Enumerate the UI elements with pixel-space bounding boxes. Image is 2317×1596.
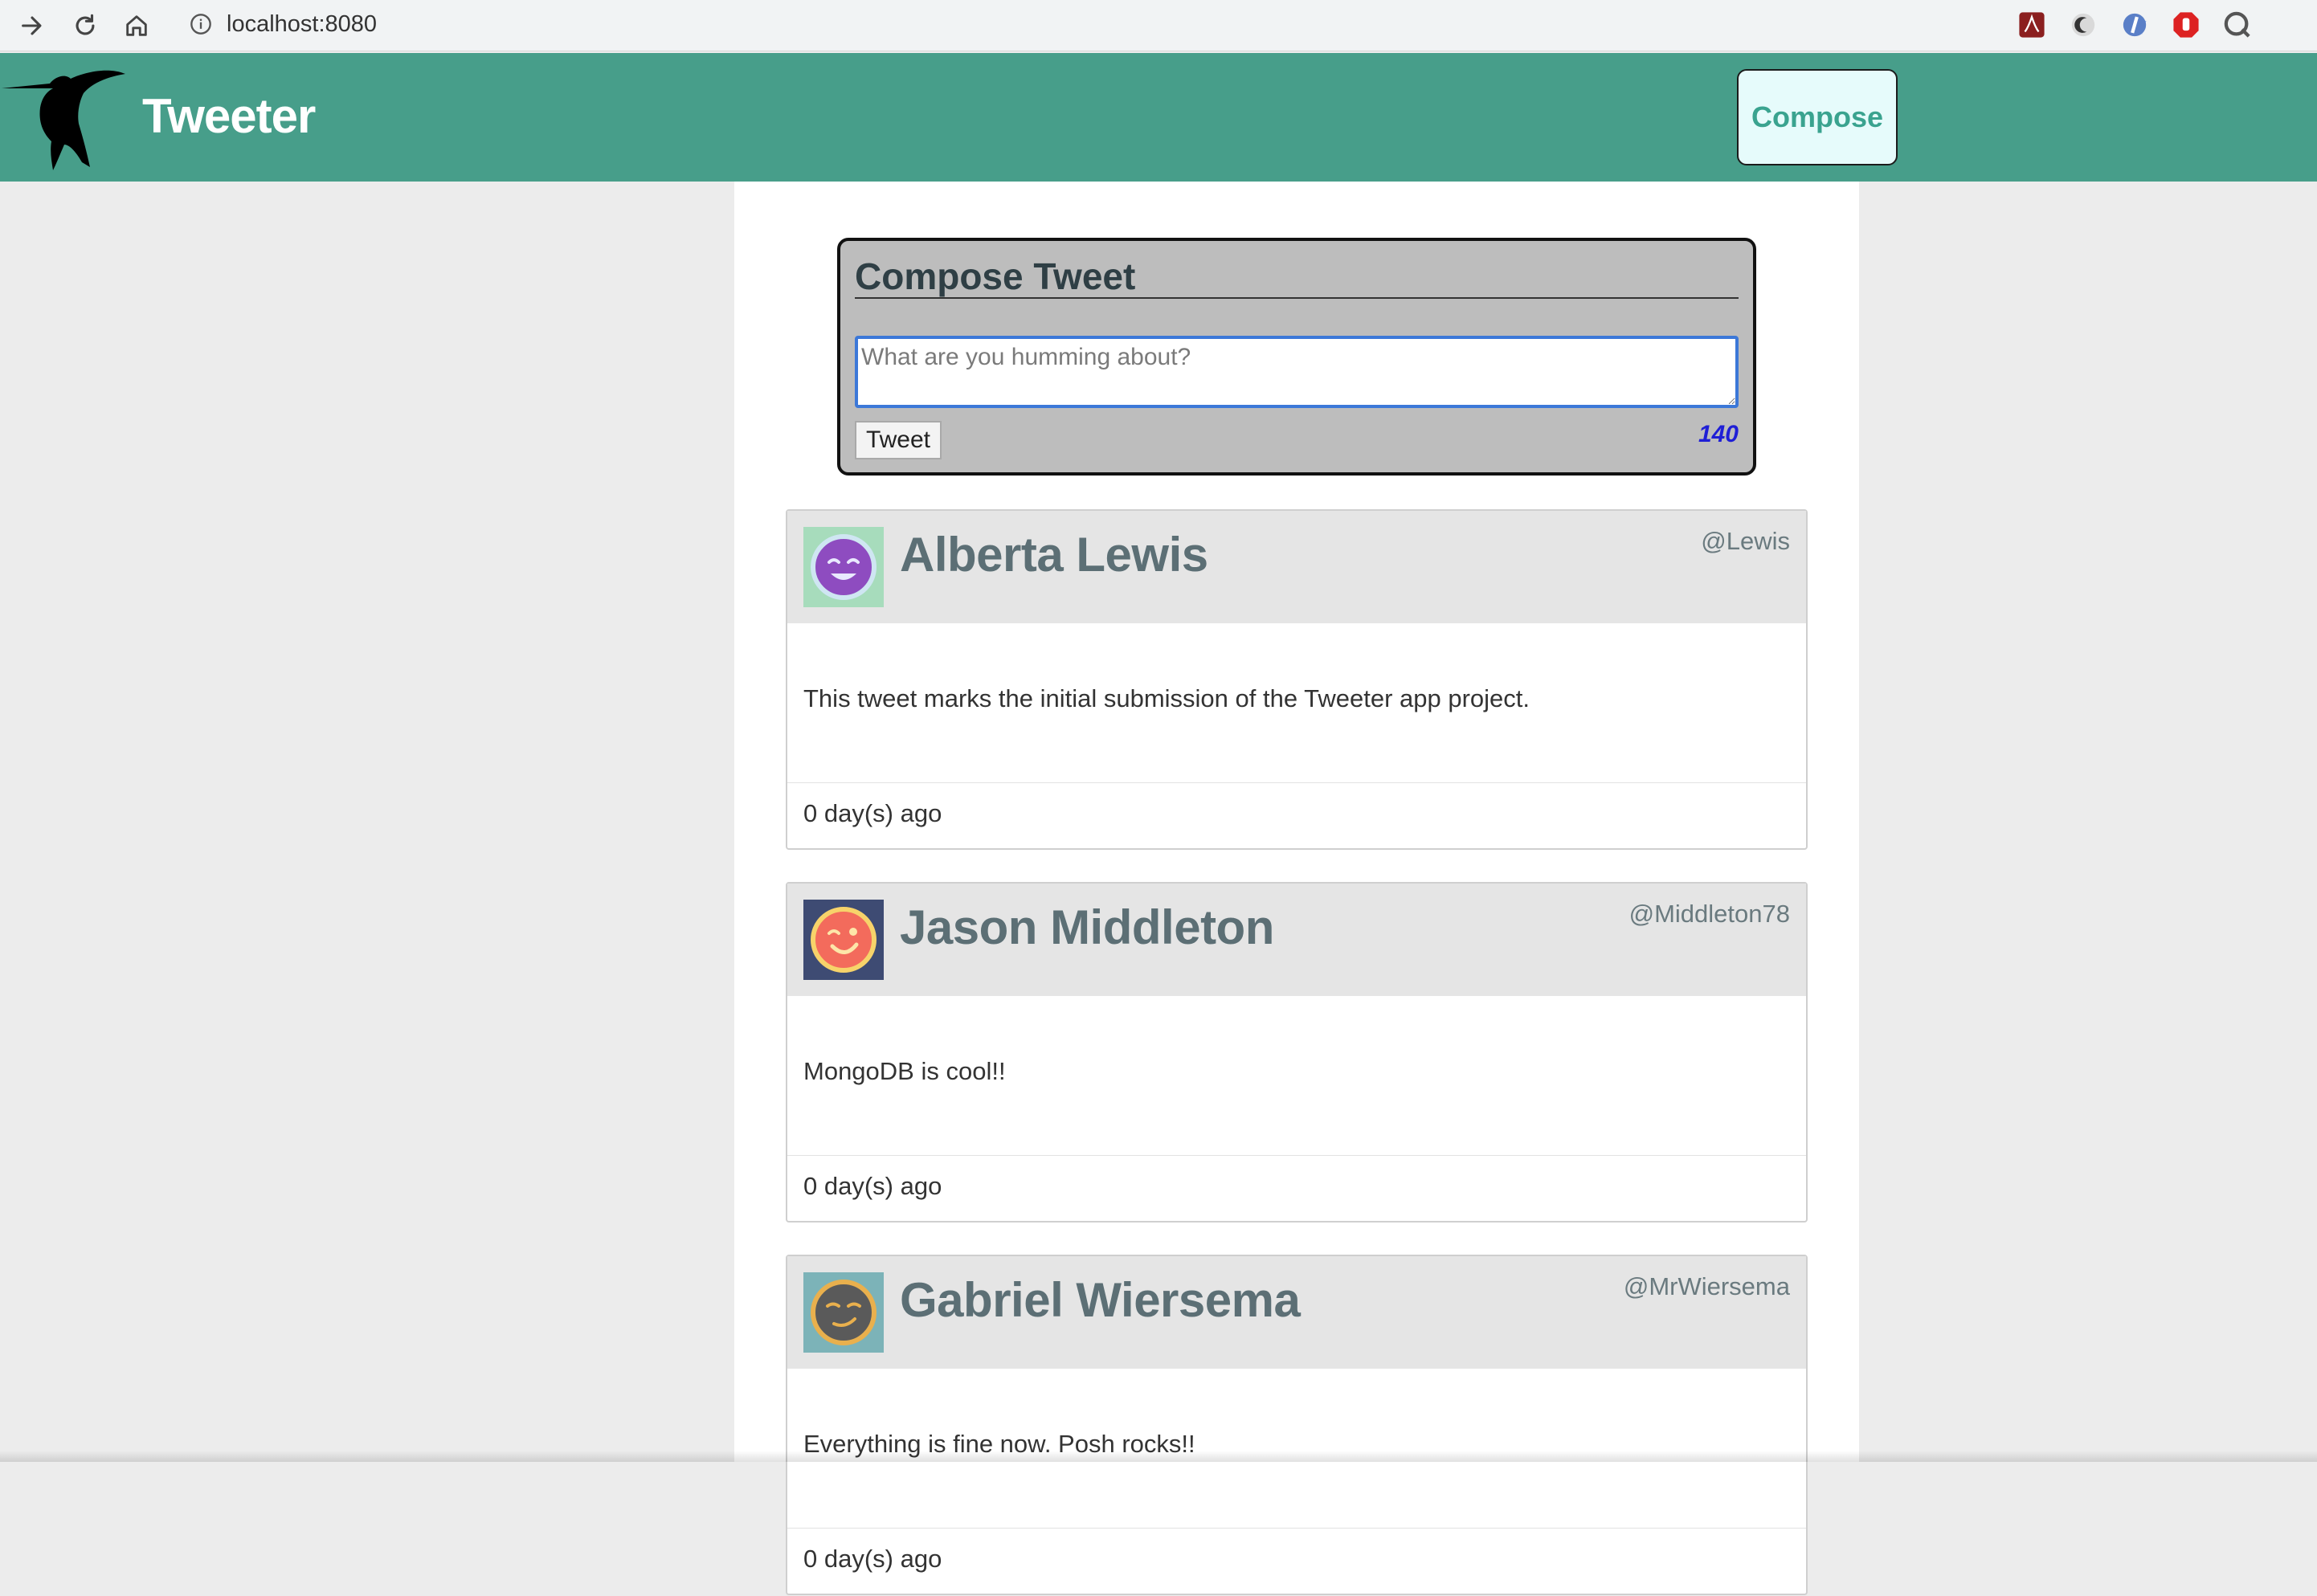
tweet-submit-button[interactable]: Tweet [855,421,942,459]
character-counter: 140 [1698,421,1739,447]
address-bar[interactable]: localhost:8080 [172,3,2147,43]
tweet-card: Jason Middleton @Middleton78 MongoDB is … [786,882,1808,1223]
tweet-content: This tweet marks the initial submission … [803,684,1530,712]
tweet-content: MongoDB is cool!! [803,1057,1006,1085]
avatar [803,1272,884,1353]
tweet-author-name: Gabriel Wiersema [900,1273,1301,1327]
tweet-timestamp: 0 day(s) ago [803,1545,942,1573]
red-shield-extension-icon[interactable] [2171,10,2201,40]
brand-title: Tweeter [142,89,316,143]
pdf-extension-icon[interactable] [2017,10,2047,40]
tweet-card: Alberta Lewis @Lewis This tweet marks th… [786,509,1808,850]
tweet-header: Alberta Lewis @Lewis [787,511,1806,623]
tweet-author-handle: @MrWiersema [1623,1272,1790,1300]
tweet-footer: 0 day(s) ago [787,782,1806,851]
gray-extension-icon[interactable] [2222,10,2253,40]
home-icon[interactable] [116,5,157,47]
smirking-face-icon [811,1280,877,1345]
tweet-author-name: Alberta Lewis [900,528,1208,582]
smiling-face-icon [811,534,877,600]
tweet-author-handle: @Lewis [1701,527,1790,555]
blue-extension-icon[interactable] [2119,10,2150,40]
compose-title: Compose Tweet [855,257,1739,299]
forward-icon[interactable] [11,5,53,47]
avatar [803,527,884,607]
url-text[interactable]: localhost:8080 [227,11,377,38]
compose-tweet-panel: Compose Tweet Tweet 140 [837,238,1756,476]
app-header: Tweeter Compose [0,53,2317,182]
main-column: Compose Tweet Tweet 140 Alberta Lewis @L… [734,182,1859,1595]
avatar [803,900,884,980]
browser-toolbar: localhost:8080 [0,0,2317,51]
tweet-author-handle: @Middleton78 [1628,900,1790,928]
hummingbird-logo-icon [0,67,129,176]
tweet-header: Jason Middleton @Middleton78 [787,884,1806,996]
window-bottom-shadow [0,1451,2317,1462]
tweet-text-input[interactable] [855,336,1739,408]
info-icon[interactable] [190,13,212,39]
tweet-author-name: Jason Middleton [900,900,1274,954]
tweet-card: Gabriel Wiersema @MrWiersema Everything … [786,1255,1808,1595]
dark-mode-extension-icon[interactable] [2068,10,2098,40]
winking-face-icon [811,907,877,973]
tweet-timestamp: 0 day(s) ago [803,799,942,827]
tweet-footer: 0 day(s) ago [787,1528,1806,1596]
tweet-footer: 0 day(s) ago [787,1155,1806,1223]
compose-toggle-button[interactable]: Compose [1737,69,1898,165]
tweet-header: Gabriel Wiersema @MrWiersema [787,1256,1806,1369]
reload-icon[interactable] [64,5,106,47]
tweet-timestamp: 0 day(s) ago [803,1172,942,1200]
